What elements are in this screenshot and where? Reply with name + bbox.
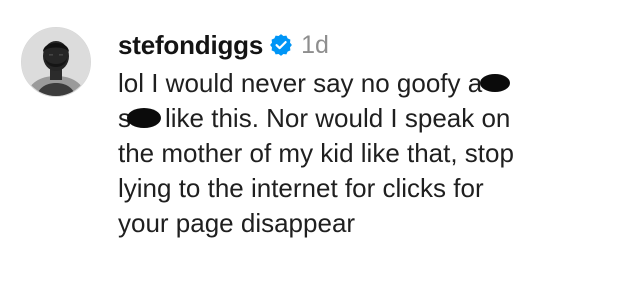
comment: stefondiggs 1d lol I would never say no … xyxy=(0,0,634,288)
username-link[interactable]: stefondiggs xyxy=(118,30,263,61)
redaction-mark xyxy=(480,74,511,93)
comment-line: your page disappear xyxy=(118,208,356,238)
verified-badge-icon xyxy=(270,34,293,56)
comment-line-text: lol I would never say no goofy a xyxy=(118,68,483,98)
timestamp[interactable]: 1d xyxy=(301,31,329,60)
profile-photo xyxy=(22,28,90,96)
comment-line: lol I would never say no goofy a xyxy=(118,66,623,101)
comment-header: stefondiggs 1d xyxy=(118,28,623,62)
avatar[interactable] xyxy=(21,27,91,97)
comment-line: s like this. Nor would I speak on xyxy=(118,101,623,136)
redaction-mark xyxy=(127,108,161,129)
comment-line: lying to the internet for clicks for xyxy=(118,173,484,203)
comment-content: stefondiggs 1d lol I would never say no … xyxy=(118,28,623,241)
comment-text: lol I would never say no goofy a s like t… xyxy=(118,66,623,241)
comment-line: the mother of my kid like that, stop xyxy=(118,138,514,168)
comment-line-text: like this. Nor would I speak on xyxy=(165,103,511,133)
